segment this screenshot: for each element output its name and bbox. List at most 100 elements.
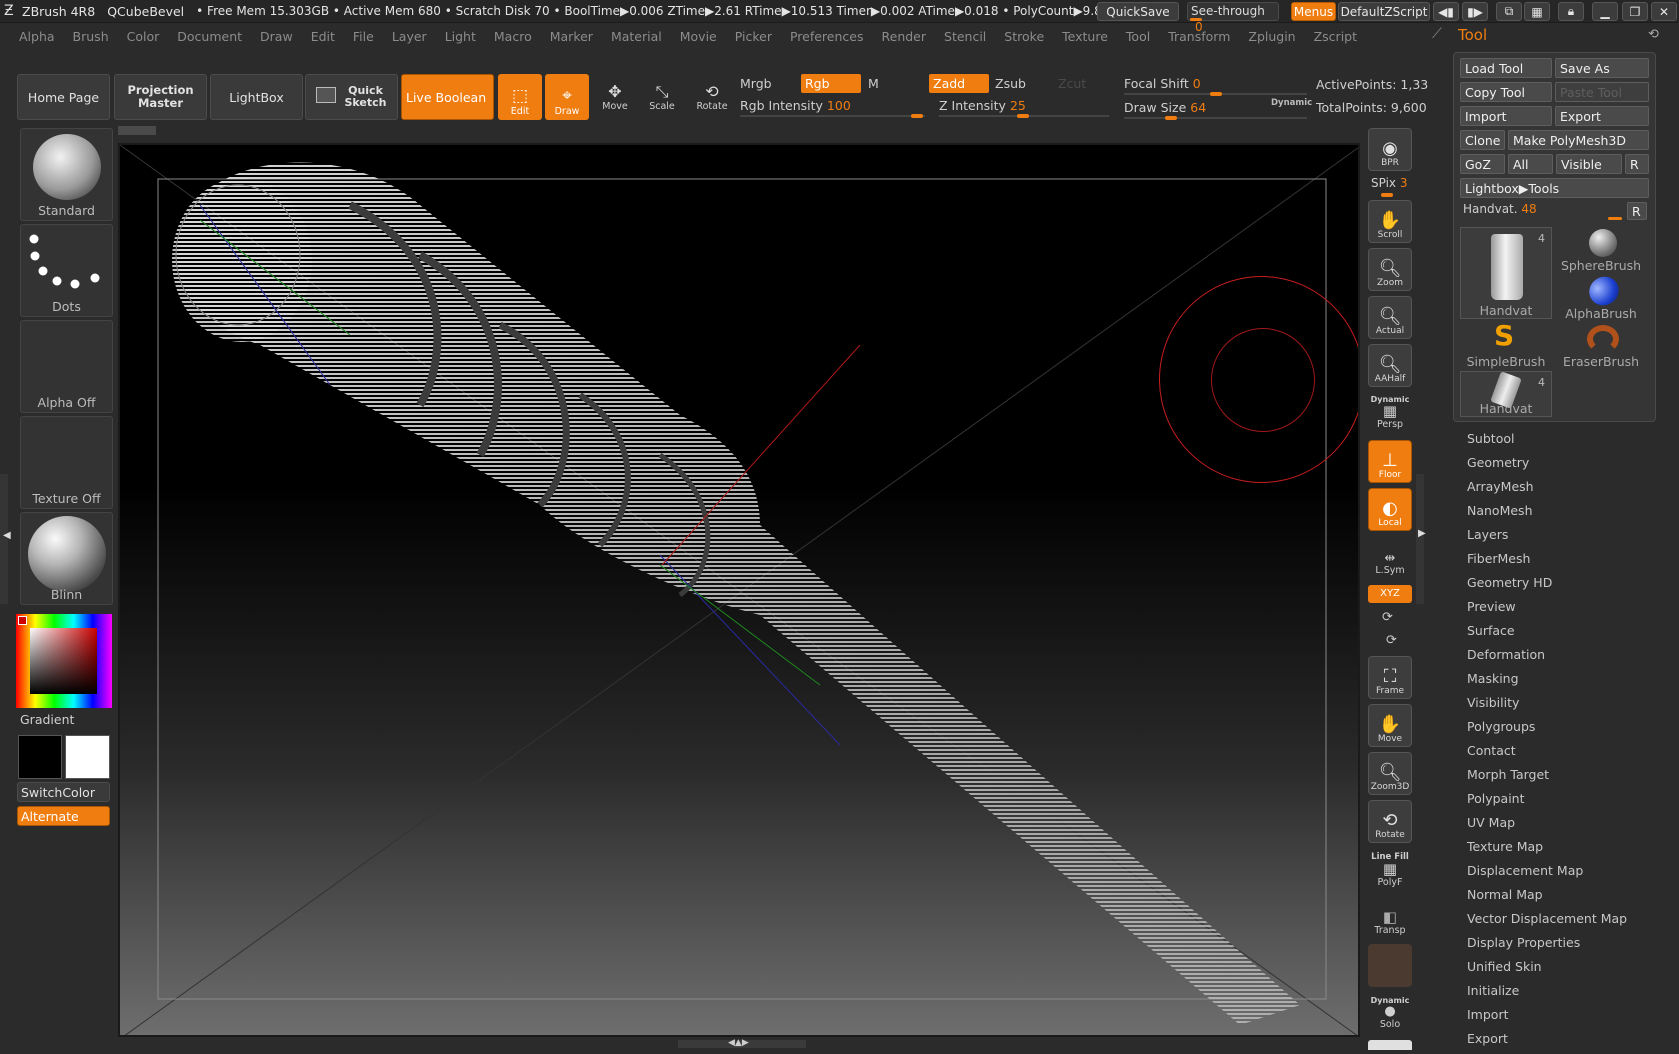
color-picker[interactable]	[16, 614, 112, 708]
tool-thumb-handvat[interactable]: 4 Handvat	[1460, 227, 1552, 319]
tool-thumb-simplebrush[interactable]: S SimpleBrush	[1460, 321, 1552, 370]
move-view-button[interactable]: ✋ Move	[1368, 704, 1412, 747]
zoom3d-button[interactable]: 🔍︎ Zoom3D	[1368, 752, 1412, 795]
menu-zplugin[interactable]: Zplugin	[1248, 29, 1295, 44]
subpalette-polygroups[interactable]: Polygroups	[1467, 718, 1667, 742]
see-through-slider[interactable]: See-through 0	[1187, 2, 1279, 34]
subpalette-preview[interactable]: Preview	[1467, 598, 1667, 622]
menu-preferences[interactable]: Preferences	[790, 29, 864, 44]
dynamic-draw-size-toggle[interactable]: Dynamic	[1271, 98, 1312, 108]
bpr-button[interactable]: ◉ BPR	[1368, 128, 1412, 171]
rgb-intensity-track[interactable]	[740, 115, 925, 117]
subpalette-layers[interactable]: Layers	[1467, 526, 1667, 550]
subpalette-geometry-hd[interactable]: Geometry HD	[1467, 574, 1667, 598]
live-boolean-button[interactable]: Live Boolean	[401, 74, 494, 120]
current-tool-r-button[interactable]: R	[1627, 202, 1647, 220]
left-tray-arrow-icon[interactable]: ◀	[3, 530, 11, 541]
switch-color-button[interactable]: SwitchColor	[17, 782, 110, 802]
draw-size-track[interactable]	[1124, 117, 1307, 119]
edit-mode-button[interactable]: ⬚ Edit	[498, 74, 542, 120]
import-button[interactable]: Import	[1460, 106, 1552, 126]
material-selector[interactable]: Blinn	[20, 512, 113, 605]
clone-button[interactable]: Clone	[1460, 130, 1505, 150]
subpalette-morph-target[interactable]: Morph Target	[1467, 766, 1667, 790]
paste-tool-button[interactable]: Paste Tool	[1555, 82, 1649, 102]
subpalette-nanomesh[interactable]: NanoMesh	[1467, 502, 1667, 526]
alpha-selector[interactable]: Alpha Off	[20, 320, 113, 413]
focal-shift-knob[interactable]	[1210, 92, 1222, 96]
subpalette-uv-map[interactable]: UV Map	[1467, 814, 1667, 838]
menus-button[interactable]: Menus	[1291, 2, 1336, 21]
subpalette-vector-displacement-map[interactable]: Vector Displacement Map	[1467, 910, 1667, 934]
rgb-intensity-knob[interactable]	[911, 114, 923, 118]
secondary-color-swatch[interactable]	[65, 735, 110, 779]
canvas-scrollbar[interactable]	[118, 126, 156, 135]
focal-shift-slider[interactable]: Focal Shift 0	[1124, 76, 1201, 91]
menu-texture[interactable]: Texture	[1062, 29, 1108, 44]
subpalette-surface[interactable]: Surface	[1467, 622, 1667, 646]
rotate-mode-button[interactable]: ⟲ Rotate	[692, 78, 732, 113]
subpalette-displacement-map[interactable]: Displacement Map	[1467, 862, 1667, 886]
goz-all-button[interactable]: All	[1508, 154, 1553, 174]
z-intensity-knob[interactable]	[1017, 114, 1029, 118]
subpalette-texture-map[interactable]: Texture Map	[1467, 838, 1667, 862]
texture-selector[interactable]: Texture Off	[20, 416, 113, 509]
main-color-swatch[interactable]	[18, 735, 62, 779]
subpalette-geometry[interactable]: Geometry	[1467, 454, 1667, 478]
color-picker-square[interactable]	[30, 628, 97, 694]
subpalette-fibermesh[interactable]: FiberMesh	[1467, 550, 1667, 574]
mrgb-toggle[interactable]: Mrgb	[740, 76, 772, 91]
tool-thumb-spherebrush[interactable]: SphereBrush	[1555, 227, 1647, 273]
floor-button[interactable]: ⊥ Floor	[1368, 440, 1412, 483]
menu-render[interactable]: Render	[882, 29, 927, 44]
tool-palette-title[interactable]: Tool	[1458, 26, 1487, 44]
scale-mode-button[interactable]: ⤡ Scale	[642, 78, 682, 113]
projection-master-button[interactable]: Projection Master	[114, 74, 207, 120]
draw-size-knob[interactable]	[1165, 116, 1177, 120]
menu-stencil[interactable]: Stencil	[944, 29, 986, 44]
menu-tool[interactable]: Tool	[1126, 29, 1150, 44]
right-tray-arrow-icon[interactable]: ▶	[1418, 528, 1426, 539]
zcut-toggle[interactable]: Zcut	[1058, 76, 1086, 91]
home-page-button[interactable]: Home Page	[17, 74, 110, 120]
menu-document[interactable]: Document	[177, 29, 242, 44]
primary-color-swatch[interactable]	[18, 616, 27, 625]
menu-picker[interactable]: Picker	[735, 29, 772, 44]
scroll-button[interactable]: ✋ Scroll	[1368, 200, 1412, 243]
m-toggle[interactable]: M	[868, 76, 879, 91]
subpalette-initialize[interactable]: Initialize	[1467, 982, 1667, 1006]
shelf-bottom-button[interactable]	[1368, 1040, 1412, 1050]
document-canvas[interactable]	[118, 143, 1360, 1037]
subpalette-normal-map[interactable]: Normal Map	[1467, 886, 1667, 910]
subpalette-visibility[interactable]: Visibility	[1467, 694, 1667, 718]
subpalette-polypaint[interactable]: Polypaint	[1467, 790, 1667, 814]
menu-file[interactable]: File	[353, 29, 374, 44]
local-button[interactable]: ◐ Local	[1368, 488, 1412, 531]
frame-button[interactable]: ⛶ Frame	[1368, 656, 1412, 699]
make-polymesh3d-button[interactable]: Make PolyMesh3D	[1508, 130, 1649, 150]
restore-icon[interactable]: ❐	[1622, 2, 1648, 21]
menu-draw[interactable]: Draw	[260, 29, 293, 44]
brush-selector[interactable]: Standard	[20, 128, 113, 221]
default-zscript-button[interactable]: DefaultZScript	[1338, 2, 1430, 21]
move-mode-button[interactable]: ✥ Move	[595, 78, 635, 113]
subpalette-unified-skin[interactable]: Unified Skin	[1467, 958, 1667, 982]
lightbox-tools-button[interactable]: Lightbox▶Tools	[1460, 178, 1649, 198]
subpalette-contact[interactable]: Contact	[1467, 742, 1667, 766]
undo-view-icon[interactable]: ⧉	[1496, 2, 1522, 21]
tool-thumb-alphabrush[interactable]: AlphaBrush	[1555, 271, 1647, 321]
menu-color[interactable]: Color	[127, 29, 160, 44]
menu-macro[interactable]: Macro	[494, 29, 532, 44]
current-tool-slider[interactable]: Handvat. 48	[1463, 202, 1537, 216]
spix-knob[interactable]	[1381, 193, 1393, 197]
menu-stroke[interactable]: Stroke	[1004, 29, 1044, 44]
zsub-toggle[interactable]: Zsub	[995, 76, 1026, 91]
menu-zscript[interactable]: Zscript	[1314, 29, 1357, 44]
menu-light[interactable]: Light	[445, 29, 476, 44]
layout-left-icon[interactable]: ◀▮	[1433, 2, 1459, 21]
gradient-label[interactable]: Gradient	[20, 712, 74, 727]
export-button[interactable]: Export	[1555, 106, 1649, 126]
subpalette-import[interactable]: Import	[1467, 1006, 1667, 1030]
bottom-tray-arrow-icon[interactable]: ◀▲▶	[728, 1038, 749, 1048]
spix-slider[interactable]: SPix 3	[1371, 176, 1408, 190]
